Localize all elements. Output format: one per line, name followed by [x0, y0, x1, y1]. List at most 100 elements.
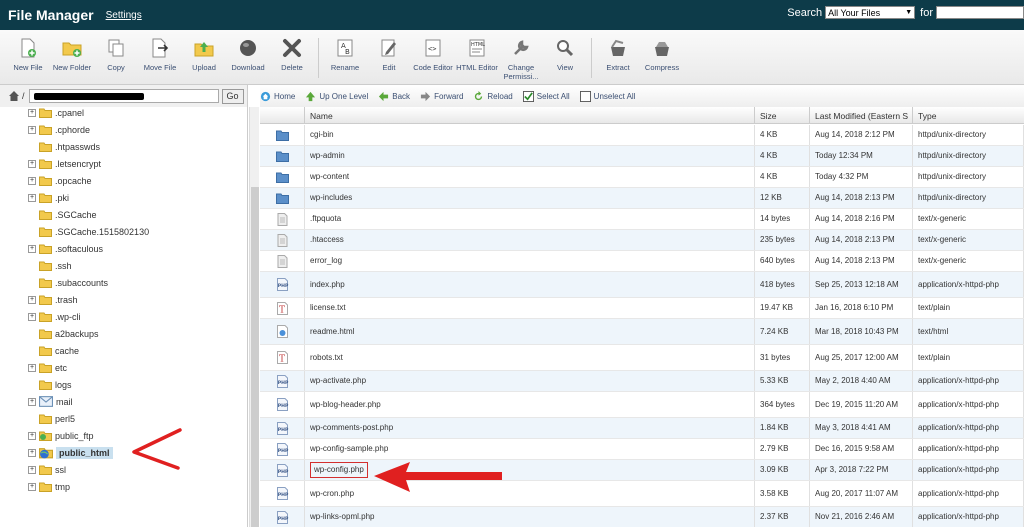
- settings-link[interactable]: Settings: [106, 10, 142, 21]
- table-row[interactable]: PHP wp-blog-header.php 364 bytes Dec 19, 20…: [260, 392, 1024, 418]
- file-name-cell[interactable]: wp-activate.php: [305, 371, 755, 391]
- tree-item-pki[interactable]: + .pki: [28, 189, 69, 206]
- tree-item-softaculous[interactable]: + .softaculous: [28, 240, 103, 257]
- modified-column-header[interactable]: Last Modified (Eastern S: [810, 107, 913, 124]
- tree-item-etc[interactable]: + etc: [28, 359, 67, 376]
- table-row[interactable]: wp-admin 4 KB Today 12:34 PM httpd/unix-dir…: [260, 146, 1024, 167]
- tree-item-ssl[interactable]: + ssl: [28, 461, 66, 478]
- expand-icon[interactable]: +: [28, 465, 36, 474]
- rename-button[interactable]: A B Rename: [323, 38, 367, 72]
- table-row[interactable]: wp-includes 12 KB Aug 14, 2018 2:13 PM http…: [260, 188, 1024, 209]
- file-name-cell[interactable]: wp-links-opml.php: [305, 507, 755, 527]
- tree-item-ssh[interactable]: .ssh: [28, 257, 72, 274]
- download-button[interactable]: Download: [226, 38, 270, 72]
- tree-item-public-ftp[interactable]: + public_ftp: [28, 427, 94, 444]
- tree-item-wp-cli[interactable]: + .wp-cli: [28, 308, 81, 325]
- forward-button[interactable]: Forward: [420, 91, 463, 102]
- file-name-cell[interactable]: wp-includes: [305, 188, 755, 208]
- tree-item-sgcache[interactable]: .SGCache: [28, 206, 97, 223]
- tree-item-sgcache-1515802130[interactable]: .SGCache.1515802130: [28, 223, 149, 240]
- change-permissions-button[interactable]: Change Permissi...: [499, 38, 543, 81]
- upload-button[interactable]: Upload: [182, 38, 226, 72]
- tree-item-cache[interactable]: cache: [28, 342, 79, 359]
- expand-icon[interactable]: +: [28, 482, 36, 491]
- table-row[interactable]: cgi-bin 4 KB Aug 14, 2018 2:12 PM httpd/uni…: [260, 125, 1024, 146]
- size-column-header[interactable]: Size: [755, 107, 810, 124]
- expand-icon[interactable]: +: [28, 295, 36, 304]
- copy-button[interactable]: Copy: [94, 38, 138, 72]
- table-row[interactable]: PHP wp-comments-post.php 1.84 KB May 3, 201…: [260, 418, 1024, 439]
- expand-icon[interactable]: +: [28, 431, 36, 440]
- edit-button[interactable]: Edit: [367, 38, 411, 72]
- extract-button[interactable]: Extract: [596, 38, 640, 72]
- tree-item-public-html[interactable]: + public_html: [28, 444, 113, 461]
- file-name-cell[interactable]: license.txt: [305, 298, 755, 318]
- table-row[interactable]: PHP wp-activate.php 5.33 KB May 2, 2018 4:4…: [260, 371, 1024, 392]
- new-file-button[interactable]: New File: [6, 38, 50, 72]
- name-column-header[interactable]: Name: [305, 107, 755, 124]
- search-scope-select[interactable]: All Your Files ▼: [825, 6, 916, 19]
- tree-item-opcache[interactable]: + .opcache: [28, 172, 92, 189]
- new-folder-button[interactable]: New Folder: [50, 38, 94, 72]
- tree-item-a2backups[interactable]: a2backups: [28, 325, 99, 342]
- table-row[interactable]: PHP index.php 418 bytes Sep 25, 2013 12:18 …: [260, 272, 1024, 298]
- expand-icon[interactable]: +: [28, 397, 36, 406]
- tree-item-letsencrypt[interactable]: + .letsencrypt: [28, 155, 101, 172]
- file-name-cell[interactable]: wp-config.php: [305, 460, 755, 480]
- delete-button[interactable]: Delete: [270, 38, 314, 72]
- expand-icon[interactable]: +: [28, 176, 36, 185]
- table-row[interactable]: PHP wp-cron.php 3.58 KB Aug 20, 2017 11:07 …: [260, 481, 1024, 507]
- table-row[interactable]: wp-content 4 KB Today 4:32 PM httpd/unix-di…: [260, 167, 1024, 188]
- expand-icon[interactable]: +: [28, 244, 36, 253]
- unselect-all-button[interactable]: Unselect All: [579, 90, 635, 102]
- tree-item-subaccounts[interactable]: .subaccounts: [28, 274, 108, 291]
- table-row[interactable]: .htaccess 235 bytes Aug 14, 2018 2:13 PM te…: [260, 230, 1024, 251]
- select-all-button[interactable]: Select All: [522, 90, 570, 102]
- file-name-cell[interactable]: wp-config-sample.php: [305, 439, 755, 459]
- tree-item-cphorde[interactable]: + .cphorde: [28, 121, 90, 138]
- table-row[interactable]: readme.html 7.24 KB Mar 18, 2018 10:43 PM t…: [260, 319, 1024, 345]
- file-name-cell[interactable]: wp-cron.php: [305, 481, 755, 506]
- code-editor-button[interactable]: <> Code Editor: [411, 38, 455, 72]
- tree-item-mail[interactable]: + mail: [28, 393, 73, 410]
- table-row[interactable]: .ftpquota 14 bytes Aug 14, 2018 2:16 PM tex…: [260, 209, 1024, 230]
- tree-scrollbar[interactable]: [249, 107, 259, 527]
- file-name-cell[interactable]: readme.html: [305, 319, 755, 344]
- type-column-header[interactable]: Type: [913, 107, 1024, 124]
- file-name-cell[interactable]: wp-content: [305, 167, 755, 187]
- file-name-cell[interactable]: wp-comments-post.php: [305, 418, 755, 438]
- tree-item-cpanel[interactable]: + .cpanel: [28, 107, 84, 121]
- reload-button[interactable]: Reload: [473, 90, 513, 102]
- table-row[interactable]: PHP wp-config-sample.php 2.79 KB Dec 16, 20…: [260, 439, 1024, 460]
- expand-icon[interactable]: +: [28, 159, 36, 168]
- expand-icon[interactable]: +: [28, 363, 36, 372]
- table-row[interactable]: PHP wp-config.php 3.09 KB Apr 3, 2018 7:22 …: [260, 460, 1024, 481]
- tree-item-tmp[interactable]: + tmp: [28, 478, 70, 495]
- expand-icon[interactable]: +: [28, 448, 36, 457]
- path-input[interactable]: [28, 89, 219, 103]
- tree-item-logs[interactable]: logs: [28, 376, 72, 393]
- table-row[interactable]: Trobots.txt 31 bytes Aug 25, 2017 12:00 AM…: [260, 345, 1024, 371]
- file-name-cell[interactable]: cgi-bin: [305, 125, 755, 145]
- expand-icon[interactable]: +: [28, 125, 36, 134]
- table-row[interactable]: error_log 640 bytes Aug 14, 2018 2:13 PM te…: [260, 251, 1024, 272]
- compress-button[interactable]: Compress: [640, 38, 684, 72]
- file-name-cell[interactable]: wp-admin: [305, 146, 755, 166]
- search-input[interactable]: [936, 6, 1024, 19]
- tree-item-perl5[interactable]: perl5: [28, 410, 75, 427]
- up-one-level-button[interactable]: Up One Level: [305, 91, 368, 102]
- table-row[interactable]: PHP wp-links-opml.php 2.37 KB Nov 21, 2016 …: [260, 507, 1024, 527]
- file-name-cell[interactable]: .htaccess: [305, 230, 755, 250]
- move-file-button[interactable]: Move File: [138, 38, 182, 72]
- go-button[interactable]: Go: [221, 88, 244, 104]
- file-name-cell[interactable]: error_log: [305, 251, 755, 271]
- html-editor-button[interactable]: HTML HTML Editor: [455, 38, 499, 72]
- file-name-cell[interactable]: .ftpquota: [305, 209, 755, 229]
- file-name-cell[interactable]: wp-blog-header.php: [305, 392, 755, 417]
- expand-icon[interactable]: +: [28, 193, 36, 202]
- back-button[interactable]: Back: [378, 91, 410, 102]
- file-name-cell[interactable]: robots.txt: [305, 345, 755, 370]
- expand-icon[interactable]: +: [28, 108, 36, 117]
- view-button[interactable]: View: [543, 38, 587, 72]
- scrollbar-thumb[interactable]: [251, 187, 259, 527]
